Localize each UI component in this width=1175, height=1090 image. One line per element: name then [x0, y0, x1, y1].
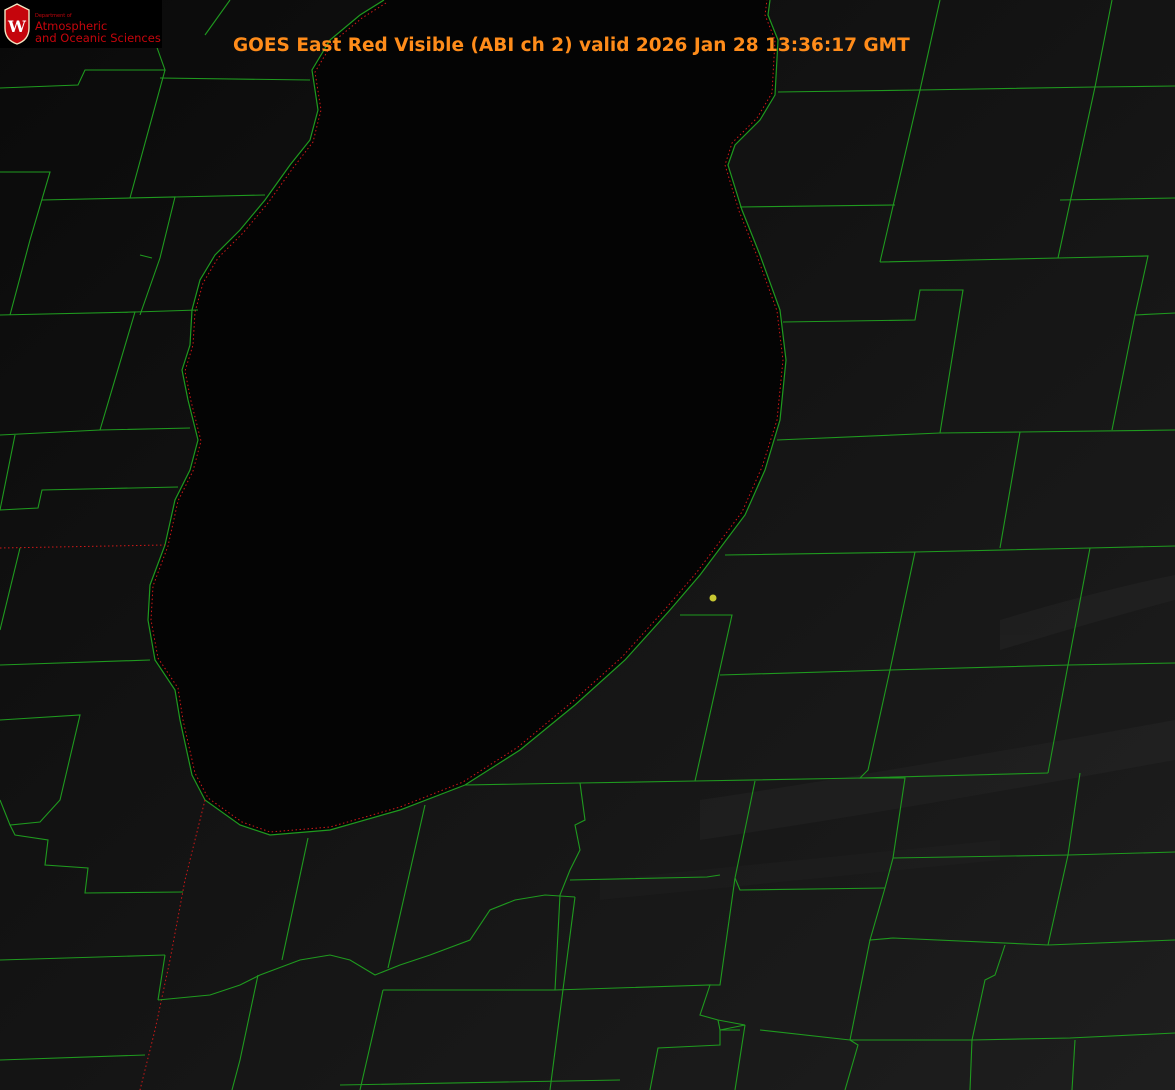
university-logo[interactable]: W Department of Atmospheric and Oceanic …: [0, 0, 162, 48]
seal-letter: W: [7, 17, 27, 36]
logo-text: Department of Atmospheric and Oceanic Sc…: [35, 4, 161, 45]
station-marker: [709, 594, 717, 602]
logo-line-2: and Oceanic Sciences: [35, 31, 161, 45]
logo-department: Department of: [35, 12, 72, 19]
satellite-map: [0, 0, 1175, 1090]
shield-crest-icon: W: [4, 3, 30, 45]
image-title: GOES East Red Visible (ABI ch 2) valid 2…: [233, 35, 910, 56]
